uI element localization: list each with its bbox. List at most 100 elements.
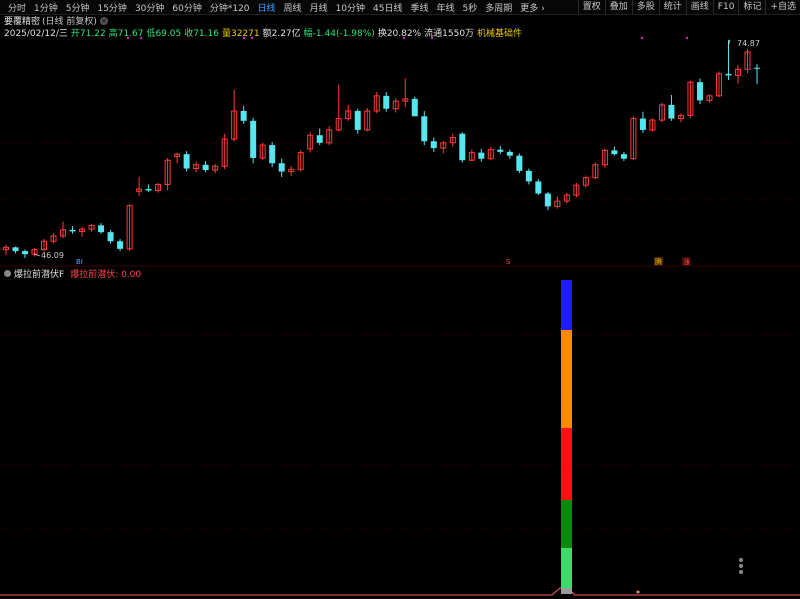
indicator-bar-segment [561, 330, 572, 428]
candle [155, 182, 162, 193]
candle [620, 151, 627, 161]
candle [326, 126, 333, 146]
candle [60, 221, 67, 239]
candle [174, 152, 181, 164]
indicator-bar-segment [561, 548, 572, 592]
indicator-bar-segment [561, 500, 572, 548]
candle [364, 107, 371, 132]
candle [630, 116, 637, 161]
low-price-label: 46.09 [41, 251, 64, 260]
candle [658, 102, 665, 123]
candle [145, 184, 152, 193]
indicator-bar-segment [561, 280, 572, 330]
candle [696, 78, 703, 105]
candle [706, 94, 713, 103]
candle [269, 142, 276, 168]
candle [193, 161, 200, 173]
candle [22, 249, 29, 258]
signal-dot [242, 36, 246, 40]
candle [497, 145, 504, 155]
candle [402, 78, 409, 108]
candle [601, 148, 608, 168]
candle [525, 168, 532, 185]
candle [715, 71, 722, 98]
candle [183, 151, 190, 172]
candle [392, 98, 399, 113]
b-marker: BI [76, 258, 83, 266]
signal-dot [139, 36, 143, 40]
candle [592, 162, 599, 180]
signal-dot [430, 36, 434, 40]
candle [354, 108, 361, 134]
candle [383, 92, 390, 112]
candle [3, 245, 9, 255]
candle [12, 246, 19, 254]
signal-dot [685, 36, 689, 40]
candle [611, 146, 618, 156]
candle [98, 223, 105, 234]
indicator-bar-base [561, 588, 572, 594]
candle [231, 89, 238, 142]
indicator-settings-icon[interactable] [4, 270, 11, 277]
indicator-value: 爆拉前潜伏: 0.00 [70, 270, 142, 280]
indicator-dot [636, 590, 640, 594]
candle [440, 141, 447, 154]
candle [677, 113, 684, 123]
candle [221, 133, 228, 170]
signal-dot [250, 36, 254, 40]
kline-chart[interactable]: 74.87 46.09 BI S 腾 涨 [0, 0, 800, 599]
signal-dot [126, 36, 130, 40]
candle [487, 146, 494, 161]
candle [107, 229, 114, 244]
candle [544, 192, 551, 211]
candle [687, 80, 694, 118]
candle [69, 226, 76, 234]
indicator-mark [739, 564, 743, 568]
signal-dot [402, 36, 406, 40]
teng-marker: 腾 [655, 257, 662, 266]
candle [41, 238, 48, 252]
candle [649, 118, 656, 132]
candle [668, 95, 675, 121]
candle [506, 149, 513, 159]
candle [88, 223, 95, 233]
candle [478, 148, 485, 162]
indicator-mark [739, 558, 743, 562]
candle [573, 182, 580, 198]
candle [212, 163, 219, 174]
candle [734, 64, 741, 84]
candle [117, 238, 124, 252]
candle [754, 64, 760, 85]
signal-dot [640, 36, 644, 40]
indicator-baseline [0, 587, 800, 596]
candle [278, 158, 285, 177]
candle [335, 84, 342, 132]
candle [430, 137, 437, 152]
candle [240, 105, 247, 124]
candles [3, 39, 760, 258]
candle [411, 96, 418, 117]
zhang-marker: 涨 [683, 257, 690, 266]
candle [582, 175, 589, 188]
candle [639, 111, 646, 133]
candle [202, 160, 209, 173]
candle [449, 133, 456, 147]
chart-grid [0, 87, 800, 531]
signal-dots [126, 36, 689, 40]
candle [373, 92, 380, 114]
candle [79, 226, 86, 237]
candle [316, 128, 323, 146]
indicator-bar-segment [561, 428, 572, 500]
candle [307, 132, 314, 153]
candle [421, 110, 428, 146]
candle [50, 232, 57, 244]
candle [744, 48, 751, 74]
indicator-name[interactable]: 爆拉前潜伏F [14, 267, 64, 280]
candle [259, 142, 266, 161]
candle [250, 117, 257, 164]
chart-labels: 74.87 46.09 BI S 腾 涨 [33, 39, 760, 266]
indicator-mark [739, 570, 743, 574]
high-price-label: 74.87 [737, 39, 760, 48]
candle [345, 104, 352, 121]
candle [288, 166, 295, 177]
